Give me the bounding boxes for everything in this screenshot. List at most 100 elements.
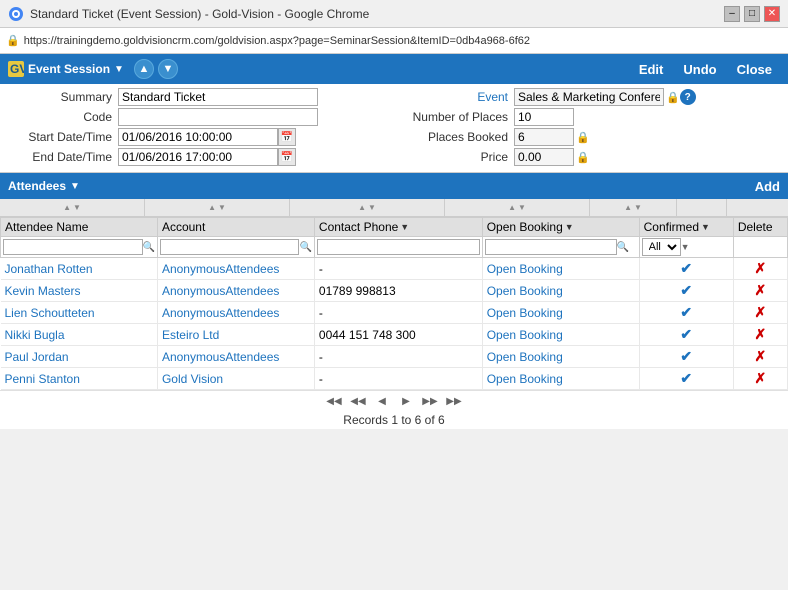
close-window-button[interactable]: ✕ bbox=[764, 6, 780, 22]
cell-confirmed: ✔ bbox=[639, 346, 733, 368]
help-icon[interactable]: ? bbox=[680, 89, 696, 105]
cell-confirmed: ✔ bbox=[639, 302, 733, 324]
cell-attendee-name: Penni Stanton bbox=[1, 368, 158, 390]
th-account: Account bbox=[157, 218, 314, 237]
last-page-button[interactable]: ▶▶ bbox=[446, 393, 462, 409]
cell-delete: ✗ bbox=[733, 280, 787, 302]
delete-row-button[interactable]: ✗ bbox=[755, 370, 767, 386]
delete-row-button[interactable]: ✗ bbox=[755, 282, 767, 298]
table-row: Paul Jordan AnonymousAttendees - Open Bo… bbox=[1, 346, 788, 368]
booking-link[interactable]: Open Booking bbox=[487, 306, 563, 320]
sort-account[interactable]: ▲ ▼ bbox=[145, 199, 290, 216]
booking-link[interactable]: Open Booking bbox=[487, 372, 563, 386]
booking-link[interactable]: Open Booking bbox=[487, 328, 563, 342]
attendees-dropdown-arrow[interactable]: ▼ bbox=[70, 181, 80, 192]
delete-row-button[interactable]: ✗ bbox=[755, 348, 767, 364]
sort-booking[interactable]: ▲ ▼ bbox=[445, 199, 590, 216]
delete-row-button[interactable]: ✗ bbox=[755, 260, 767, 276]
confirmed-check-icon: ✔ bbox=[680, 326, 692, 342]
summary-input[interactable]: Standard Ticket bbox=[118, 88, 318, 106]
add-attendee-button[interactable]: Add bbox=[755, 179, 780, 194]
confirmed-filter-icon[interactable]: ▼ bbox=[701, 222, 710, 232]
attendee-name-link[interactable]: Nikki Bugla bbox=[5, 328, 65, 342]
booked-lock-icon: 🔒 bbox=[576, 131, 590, 144]
search-name-cell: 🔍 bbox=[1, 237, 158, 258]
booked-input[interactable] bbox=[514, 128, 574, 146]
sort-up-arrow: ▲ bbox=[63, 203, 71, 212]
booked-row: Places Booked 🔒 bbox=[394, 128, 780, 146]
account-link[interactable]: AnonymousAttendees bbox=[162, 306, 279, 320]
attendee-name-link[interactable]: Jonathan Rotten bbox=[5, 262, 93, 276]
first-page-button[interactable]: ◀◀ bbox=[326, 393, 342, 409]
code-input[interactable] bbox=[118, 108, 318, 126]
sort-down-arrow: ▼ bbox=[73, 203, 81, 212]
attendee-name-link[interactable]: Paul Jordan bbox=[5, 350, 69, 364]
prev-page-button[interactable]: ◀ bbox=[374, 393, 390, 409]
confirmed-check-icon: ✔ bbox=[680, 282, 692, 298]
undo-button[interactable]: Undo bbox=[675, 60, 724, 79]
confirmed-filter-select[interactable]: All bbox=[642, 238, 681, 256]
confirmed-check-icon: ✔ bbox=[680, 304, 692, 320]
event-link[interactable]: Event bbox=[477, 90, 508, 104]
end-input[interactable] bbox=[118, 148, 278, 166]
account-link[interactable]: AnonymousAttendees bbox=[162, 284, 279, 298]
cell-delete: ✗ bbox=[733, 346, 787, 368]
account-link[interactable]: Gold Vision bbox=[162, 372, 223, 386]
price-input[interactable] bbox=[514, 148, 574, 166]
sort-up-arrow: ▲ bbox=[624, 203, 632, 212]
cell-account: AnonymousAttendees bbox=[157, 280, 314, 302]
attendee-name-link[interactable]: Kevin Masters bbox=[5, 284, 81, 298]
price-lock-icon: 🔒 bbox=[576, 151, 590, 164]
window-controls[interactable]: – □ ✕ bbox=[724, 6, 780, 22]
attendee-name-link[interactable]: Lien Schoutteten bbox=[5, 306, 95, 320]
sort-phone[interactable]: ▲ ▼ bbox=[290, 199, 445, 216]
cell-delete: ✗ bbox=[733, 258, 787, 280]
cell-delete: ✗ bbox=[733, 302, 787, 324]
booking-link[interactable]: Open Booking bbox=[487, 262, 563, 276]
booking-filter-icon[interactable]: ▼ bbox=[565, 222, 574, 232]
sort-up-arrow: ▲ bbox=[208, 203, 216, 212]
account-link[interactable]: AnonymousAttendees bbox=[162, 350, 279, 364]
places-input[interactable] bbox=[514, 108, 574, 126]
delete-row-button[interactable]: ✗ bbox=[755, 304, 767, 320]
search-account-input[interactable] bbox=[160, 239, 300, 255]
close-button[interactable]: Close bbox=[729, 60, 780, 79]
attendee-name-link[interactable]: Penni Stanton bbox=[5, 372, 80, 386]
search-account-icon: 🔍 bbox=[299, 242, 311, 253]
attendees-table: Attendee Name Account Contact Phone ▼ Op… bbox=[0, 217, 788, 390]
th-phone: Contact Phone ▼ bbox=[314, 218, 482, 237]
booking-link[interactable]: Open Booking bbox=[487, 284, 563, 298]
booking-link[interactable]: Open Booking bbox=[487, 350, 563, 364]
phone-filter-icon[interactable]: ▼ bbox=[400, 222, 409, 232]
lock-icon: 🔒 bbox=[6, 34, 20, 47]
account-link[interactable]: AnonymousAttendees bbox=[162, 262, 279, 276]
sort-confirmed[interactable]: ▲ ▼ bbox=[590, 199, 677, 216]
search-booking-input[interactable] bbox=[485, 239, 617, 255]
prev-group-button[interactable]: ◀◀ bbox=[350, 393, 366, 409]
cell-booking: Open Booking bbox=[482, 368, 639, 390]
edit-button[interactable]: Edit bbox=[631, 60, 672, 79]
end-calendar-button[interactable]: 📅 bbox=[278, 148, 296, 166]
cell-confirmed: ✔ bbox=[639, 258, 733, 280]
svg-text:GV: GV bbox=[10, 62, 24, 76]
event-input[interactable] bbox=[514, 88, 664, 106]
search-name-input[interactable] bbox=[3, 239, 143, 255]
maximize-button[interactable]: □ bbox=[744, 6, 760, 22]
delete-row-button[interactable]: ✗ bbox=[755, 326, 767, 342]
cell-delete: ✗ bbox=[733, 324, 787, 346]
confirmed-check-icon: ✔ bbox=[680, 260, 692, 276]
nav-down-button[interactable]: ▼ bbox=[158, 59, 178, 79]
main-toolbar: GV Event Session ▼ ▲ ▼ Edit Undo Close bbox=[0, 54, 788, 84]
code-label: Code bbox=[8, 110, 118, 124]
search-phone-input[interactable] bbox=[317, 239, 480, 255]
nav-up-button[interactable]: ▲ bbox=[134, 59, 154, 79]
start-input[interactable] bbox=[118, 128, 278, 146]
next-group-button[interactable]: ▶▶ bbox=[422, 393, 438, 409]
sort-attendee-name[interactable]: ▲ ▼ bbox=[0, 199, 145, 216]
account-link[interactable]: Esteiro Ltd bbox=[162, 328, 219, 342]
minimize-button[interactable]: – bbox=[724, 6, 740, 22]
brand-dropdown-arrow[interactable]: ▼ bbox=[114, 64, 124, 75]
start-calendar-button[interactable]: 📅 bbox=[278, 128, 296, 146]
next-page-button[interactable]: ▶ bbox=[398, 393, 414, 409]
cell-account: AnonymousAttendees bbox=[157, 258, 314, 280]
